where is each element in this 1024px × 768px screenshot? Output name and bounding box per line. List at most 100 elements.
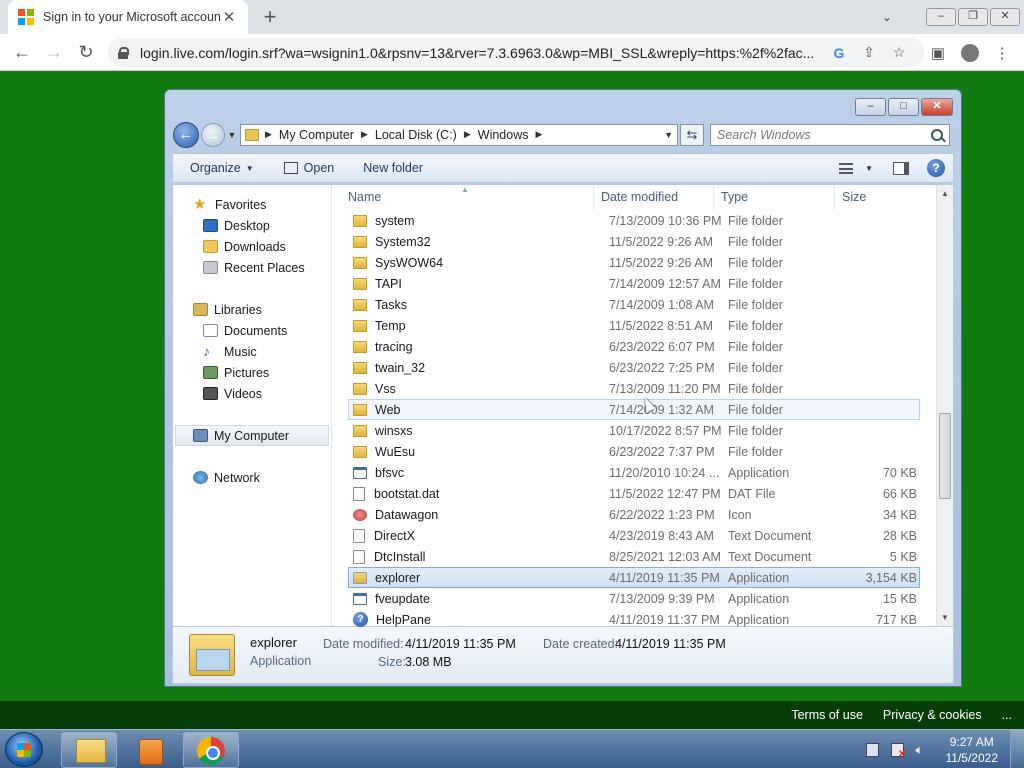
file-name-cell[interactable]: WuEsu	[349, 445, 603, 459]
view-options-icon[interactable]	[839, 162, 854, 174]
tab-close-icon[interactable]: ✕	[220, 8, 238, 26]
breadcrumb-chevron-icon[interactable]: ▶	[535, 129, 542, 140]
file-name-cell[interactable]: ? HelpPane	[349, 612, 603, 627]
new-folder-button[interactable]: New folder	[363, 161, 423, 175]
nav-network[interactable]: Network	[173, 467, 331, 488]
file-row[interactable]: twain_32 6/23/2022 7:25 PM File folder	[348, 357, 920, 378]
file-row[interactable]: DtcInstall 8/25/2021 12:03 AM Text Documen…	[348, 546, 920, 567]
nav-recent-places[interactable]: Recent Places	[173, 257, 331, 278]
column-date-modified[interactable]: Date modified	[594, 185, 714, 210]
address-bar[interactable]: login.live.com/login.srf?wa=wsignin1.0&r…	[108, 38, 924, 67]
file-name-cell[interactable]: Datawagon	[349, 508, 603, 522]
nav-libraries[interactable]: Libraries	[173, 299, 331, 320]
column-size[interactable]: Size	[835, 185, 913, 210]
file-row[interactable]: Tasks 7/14/2009 1:08 AM File folder	[348, 294, 920, 315]
reload-icon[interactable]: ↻	[70, 42, 102, 63]
forward-arrow-icon[interactable]: →	[38, 42, 70, 63]
url-text[interactable]: login.live.com/login.srf?wa=wsignin1.0&r…	[140, 45, 824, 61]
search-icon[interactable]	[931, 128, 943, 141]
file-name-cell[interactable]: System32	[349, 235, 603, 249]
browser-tab[interactable]: Sign in to your Microsoft accoun ✕	[8, 0, 248, 34]
terms-of-use-link[interactable]: Terms of use	[791, 708, 863, 722]
file-name-cell[interactable]: Tasks	[349, 298, 603, 312]
file-name-cell[interactable]: system	[349, 214, 603, 228]
explorer-maximize-button[interactable]: □	[888, 98, 919, 116]
share-icon[interactable]: ⇪	[854, 44, 884, 61]
file-name-cell[interactable]: SysWOW64	[349, 256, 603, 270]
file-name-cell[interactable]: TAPI	[349, 277, 603, 291]
file-name-cell[interactable]: Web	[349, 403, 603, 417]
network-tray-icon[interactable]	[865, 742, 879, 757]
file-name-cell[interactable]: Temp	[349, 319, 603, 333]
restore-button[interactable]: ❐	[958, 8, 988, 26]
privacy-cookies-link[interactable]: Privacy & cookies	[883, 708, 982, 722]
google-lens-icon[interactable]: G	[824, 45, 854, 61]
taskbar-media-player-icon[interactable]	[122, 732, 178, 768]
history-dropdown-icon[interactable]: ▼	[226, 130, 238, 140]
lock-icon[interactable]	[118, 46, 129, 59]
file-row[interactable]: winsxs 10/17/2022 8:57 PM File folder	[348, 420, 920, 441]
nav-desktop[interactable]: Desktop	[173, 215, 331, 236]
file-row[interactable]: explorer 4/11/2019 11:35 PM Application 3,1…	[348, 567, 920, 588]
nav-pictures[interactable]: Pictures	[173, 362, 331, 383]
nav-favorites[interactable]: ★ Favorites	[173, 194, 331, 215]
volume-icon[interactable]: 🔈︎	[916, 742, 930, 757]
nav-music[interactable]: ♪ Music	[173, 341, 331, 362]
breadcrumb-chevron-icon[interactable]: ▶	[361, 129, 368, 140]
help-icon[interactable]: ?	[927, 159, 945, 177]
show-desktop-button[interactable]	[1010, 730, 1024, 768]
back-arrow-icon[interactable]: ←	[6, 42, 38, 63]
explorer-breadcrumb[interactable]: ▶ My Computer ▶ Local Disk (C:) ▶ Window…	[240, 123, 678, 146]
start-button[interactable]	[5, 732, 43, 767]
clock[interactable]: 9:27 AM 11/5/2022	[946, 734, 999, 766]
file-row[interactable]: bfsvc 11/20/2010 10:24 ... Application 70 K…	[348, 462, 920, 483]
file-row[interactable]: Web 7/14/2009 1:32 AM File folder	[348, 399, 920, 420]
preview-pane-icon[interactable]	[893, 161, 909, 175]
file-name-cell[interactable]: Vss	[349, 382, 603, 396]
nav-my-computer[interactable]: My Computer	[175, 425, 329, 446]
tab-search-chevron-icon[interactable]: ⌄	[870, 10, 904, 24]
address-dropdown-icon[interactable]: ▼	[664, 130, 673, 140]
menu-kebab-icon[interactable]: ⋮	[986, 44, 1018, 62]
side-panel-icon[interactable]: ▣	[922, 44, 954, 62]
nav-downloads[interactable]: Downloads	[173, 236, 331, 257]
file-name-cell[interactable]: tracing	[349, 340, 603, 354]
taskbar-chrome-icon[interactable]	[183, 732, 239, 768]
file-name-cell[interactable]: DirectX	[349, 528, 603, 543]
file-name-cell[interactable]: fveupdate	[349, 592, 603, 606]
file-row[interactable]: bootstat.dat 11/5/2022 12:47 PM DAT File 66…	[348, 483, 920, 504]
file-row[interactable]: WuEsu 6/23/2022 7:37 PM File folder	[348, 441, 920, 462]
file-row[interactable]: Vss 7/13/2009 11:20 PM File folder	[348, 378, 920, 399]
view-dropdown-icon[interactable]: ▼	[865, 164, 873, 173]
column-type[interactable]: Type	[714, 185, 835, 210]
scroll-thumb[interactable]	[939, 413, 951, 499]
file-row[interactable]: fveupdate 7/13/2009 9:39 PM Application 15 …	[348, 588, 920, 609]
organize-button[interactable]: Organize ▼	[190, 161, 254, 175]
nav-documents[interactable]: Documents	[173, 320, 331, 341]
file-row[interactable]: Datawagon 6/22/2022 1:23 PM Icon 34 KB	[348, 504, 920, 525]
file-name-cell[interactable]: DtcInstall	[349, 549, 603, 564]
file-row[interactable]: SysWOW64 11/5/2022 9:26 AM File folder	[348, 252, 920, 273]
explorer-close-button[interactable]: ✕	[921, 98, 953, 116]
vertical-scrollbar[interactable]: ▲ ▼	[936, 185, 953, 626]
profile-avatar-icon[interactable]	[961, 43, 979, 62]
more-options-button[interactable]: ...	[1002, 708, 1012, 722]
bookmark-star-icon[interactable]: ☆	[884, 44, 914, 61]
new-tab-button[interactable]: +	[258, 4, 282, 30]
breadcrumb-local-disk[interactable]: Local Disk (C:)	[375, 128, 457, 142]
file-row[interactable]: Temp 11/5/2022 8:51 AM File folder	[348, 315, 920, 336]
file-name-cell[interactable]: bfsvc	[349, 466, 603, 480]
taskbar-explorer-icon[interactable]	[61, 732, 117, 768]
minimize-button[interactable]: –	[926, 8, 956, 26]
file-row[interactable]: DirectX 4/23/2019 8:43 AM Text Document 28 …	[348, 525, 920, 546]
file-row[interactable]: system 7/13/2009 10:36 PM File folder	[348, 210, 920, 231]
file-name-cell[interactable]: explorer	[349, 571, 603, 585]
open-button[interactable]: Open	[283, 161, 334, 175]
scroll-down-arrow-icon[interactable]: ▼	[937, 609, 953, 626]
action-center-flag-icon[interactable]	[890, 742, 907, 760]
explorer-back-button[interactable]: ←	[173, 121, 199, 148]
scroll-up-arrow-icon[interactable]: ▲	[937, 185, 953, 202]
nav-videos[interactable]: Videos	[173, 383, 331, 404]
search-input[interactable]: Search Windows	[710, 123, 950, 146]
explorer-minimize-button[interactable]: –	[855, 98, 886, 116]
